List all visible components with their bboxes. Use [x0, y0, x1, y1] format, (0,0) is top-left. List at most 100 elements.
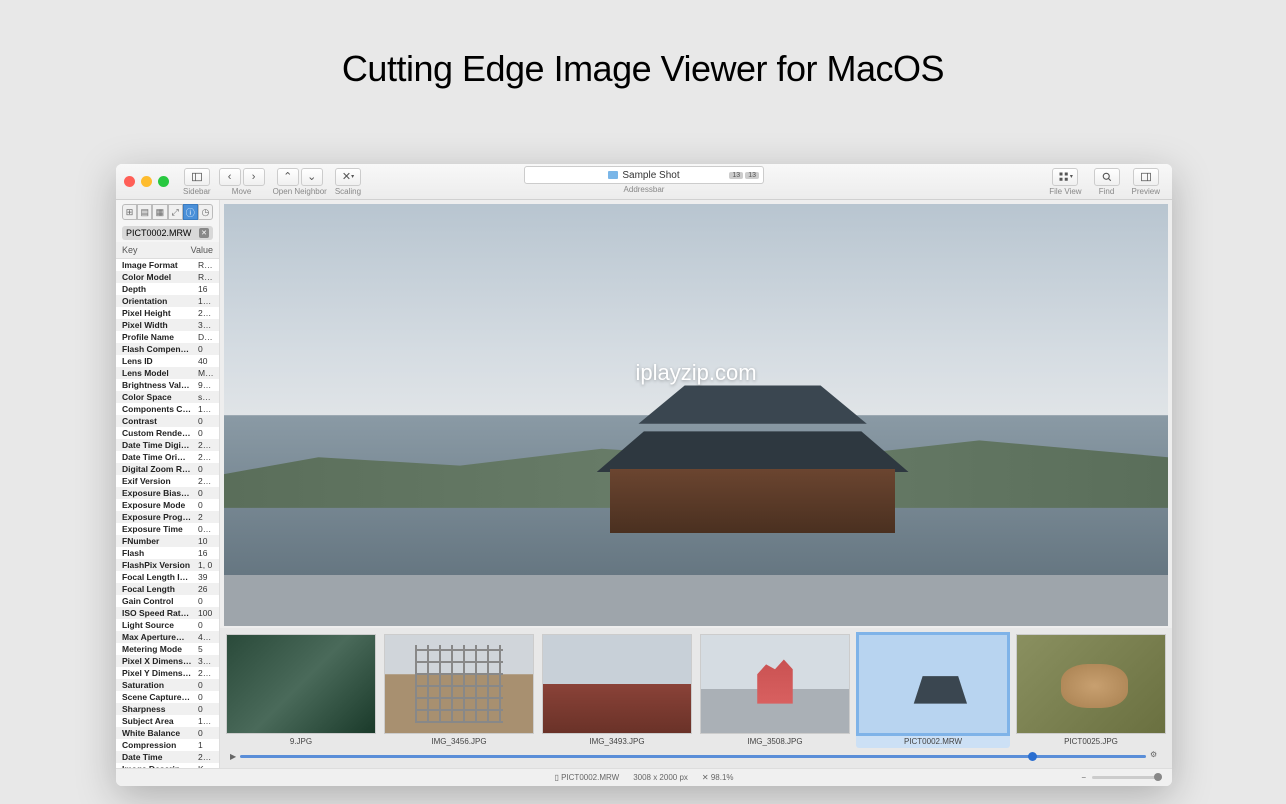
metadata-value: 26	[198, 584, 213, 594]
find-button[interactable]	[1094, 168, 1120, 186]
metadata-value: 0	[198, 428, 213, 438]
metadata-row: Subject Area1504, 1000, 256, 304	[116, 715, 219, 727]
file-view-button[interactable]: ▾	[1052, 168, 1078, 186]
metadata-key: Color Model	[122, 272, 198, 282]
neighbor-up-button[interactable]: ⌃	[277, 168, 299, 186]
toolbar-sidebar-group: Sidebar	[183, 168, 211, 196]
metadata-value: 16	[198, 284, 213, 294]
sidebar-tab-3[interactable]: ▦	[152, 204, 167, 220]
metadata-key: Brightness Val…	[122, 380, 198, 390]
metadata-key: Focal Length	[122, 584, 198, 594]
toolbar-fileview-group: ▾ File View	[1049, 168, 1081, 196]
metadata-row: Max Aperture…4.340000152617	[116, 631, 219, 643]
metadata-list[interactable]: Image FormatRAWColor ModelRGBDepth16Orie…	[116, 259, 219, 768]
metadata-value: 2, 2, 1	[198, 476, 213, 486]
metadata-key: White Balance	[122, 728, 198, 738]
metadata-key: Flash Compen…	[122, 344, 198, 354]
metadata-value: 0	[198, 500, 213, 510]
metadata-value: 0	[198, 620, 213, 630]
metadata-row: Date Time Ori…2008:06:21 11:26:54	[116, 451, 219, 463]
metadata-value: 1504, 1000, 256, 304	[198, 716, 213, 726]
metadata-row: Exposure Prog…2	[116, 511, 219, 523]
thumbnail[interactable]: IMG_3456.JPG	[384, 634, 534, 746]
timeline-track[interactable]	[240, 755, 1146, 758]
metadata-key: FNumber	[122, 536, 198, 546]
zoom-out-icon[interactable]: −	[1081, 773, 1086, 782]
thumbnail-label: PICT0025.JPG	[1064, 737, 1118, 746]
thumbnail[interactable]: 9.JPG	[226, 634, 376, 746]
thumbnail-strip: 9.JPGIMG_3456.JPGIMG_3493.JPG IMG_3508.JP…	[220, 628, 1172, 768]
maximize-button[interactable]	[158, 176, 169, 187]
move-prev-button[interactable]: ‹	[219, 168, 241, 186]
metadata-row: Profile NameDisplay P3	[116, 331, 219, 343]
metadata-row: Pixel Width3008	[116, 319, 219, 331]
gear-icon[interactable]: ⚙	[1150, 750, 1162, 762]
metadata-key: Scene Capture…	[122, 692, 198, 702]
metadata-row: Color ModelRGB	[116, 271, 219, 283]
sidebar-tab-2[interactable]: ▤	[137, 204, 152, 220]
metadata-key: Compression	[122, 740, 198, 750]
play-button[interactable]: ▶	[230, 752, 236, 761]
sidebar: ⊞ ▤ ▦ ⤢ ⓘ ◷ PICT0002.MRW ✕ Key Value Ima…	[116, 200, 220, 768]
sidebar-tab-4[interactable]: ⤢	[168, 204, 183, 220]
metadata-value: 1, 0	[198, 560, 213, 570]
timeline-handle[interactable]	[1028, 752, 1037, 761]
sidebar-tab-info[interactable]: ⓘ	[183, 204, 198, 220]
metadata-value: 1	[198, 740, 213, 750]
metadata-row: White Balance0	[116, 727, 219, 739]
sidebar-file-chip[interactable]: PICT0002.MRW ✕	[122, 226, 213, 240]
metadata-value: 40	[198, 356, 213, 366]
metadata-row: Digital Zoom R…0	[116, 463, 219, 475]
metadata-key: Exposure Bias…	[122, 488, 198, 498]
thumbnail-image	[226, 634, 376, 734]
thumbnail[interactable]: PICT0002.MRW	[856, 632, 1010, 748]
sidebar-file-name: PICT0002.MRW	[126, 228, 191, 238]
metadata-key: Gain Control	[122, 596, 198, 606]
metadata-value: 100	[198, 608, 213, 618]
neighbor-down-button[interactable]: ⌄	[301, 168, 323, 186]
sidebar-tab-1[interactable]: ⊞	[122, 204, 137, 220]
metadata-key: Saturation	[122, 680, 198, 690]
metadata-key: Focal Length I…	[122, 572, 198, 582]
thumbnail[interactable]: IMG_3508.JPG	[700, 634, 850, 746]
thumbnail-image	[700, 634, 850, 734]
thumbnail[interactable]: PICT0025.JPG	[1016, 634, 1166, 746]
metadata-value: 2000	[198, 308, 213, 318]
sidebar-toggle-button[interactable]	[184, 168, 210, 186]
metadata-row: Orientation1 (Top)	[116, 295, 219, 307]
metadata-row: Brightness Val…9.25	[116, 379, 219, 391]
metadata-value: 2000	[198, 668, 213, 678]
close-button[interactable]	[124, 176, 135, 187]
minimize-button[interactable]	[141, 176, 152, 187]
image-viewer[interactable]: iplayzip.com	[224, 204, 1168, 626]
titlebar: Sidebar ‹ › Move ⌃ ⌄ Open Neighbor ✕▾ Sc…	[116, 164, 1172, 200]
metadata-row: FNumber10	[116, 535, 219, 547]
move-next-button[interactable]: ›	[243, 168, 265, 186]
preview-button[interactable]	[1133, 168, 1159, 186]
metadata-value: 0	[198, 680, 213, 690]
metadata-value: 0	[198, 488, 213, 498]
zoom-slider[interactable]	[1092, 776, 1162, 779]
thumbnail[interactable]: IMG_3493.JPG	[542, 634, 692, 746]
metadata-value: 0	[198, 464, 213, 474]
sidebar-tabs: ⊞ ▤ ▦ ⤢ ⓘ ◷	[116, 200, 219, 224]
metadata-row: Exposure Bias…0	[116, 487, 219, 499]
metadata-row: Flash Compen…0	[116, 343, 219, 355]
sidebar-tab-6[interactable]: ◷	[198, 204, 213, 220]
metadata-key: Pixel Width	[122, 320, 198, 330]
scaling-button[interactable]: ✕▾	[335, 168, 361, 186]
metadata-row: Metering Mode5	[116, 643, 219, 655]
metadata-row: Focal Length26	[116, 583, 219, 595]
metadata-key: Depth	[122, 284, 198, 294]
app-window: Sidebar ‹ › Move ⌃ ⌄ Open Neighbor ✕▾ Sc…	[116, 164, 1172, 786]
thumbnail-label: IMG_3508.JPG	[747, 737, 802, 746]
watermark: iplayzip.com	[635, 360, 756, 386]
metadata-key: Exposure Time	[122, 524, 198, 534]
status-doc-icon: ▯	[554, 773, 558, 782]
addressbar[interactable]: Sample Shot 13 13	[524, 166, 764, 184]
metadata-row: Exposure Time0.005	[116, 523, 219, 535]
sidebar-file-close-icon[interactable]: ✕	[199, 228, 209, 238]
statusbar: ▯ PICT0002.MRW 3008 x 2000 px ✕ 98.1% −	[116, 768, 1172, 786]
metadata-row: Contrast0	[116, 415, 219, 427]
metadata-key: Digital Zoom R…	[122, 464, 198, 474]
